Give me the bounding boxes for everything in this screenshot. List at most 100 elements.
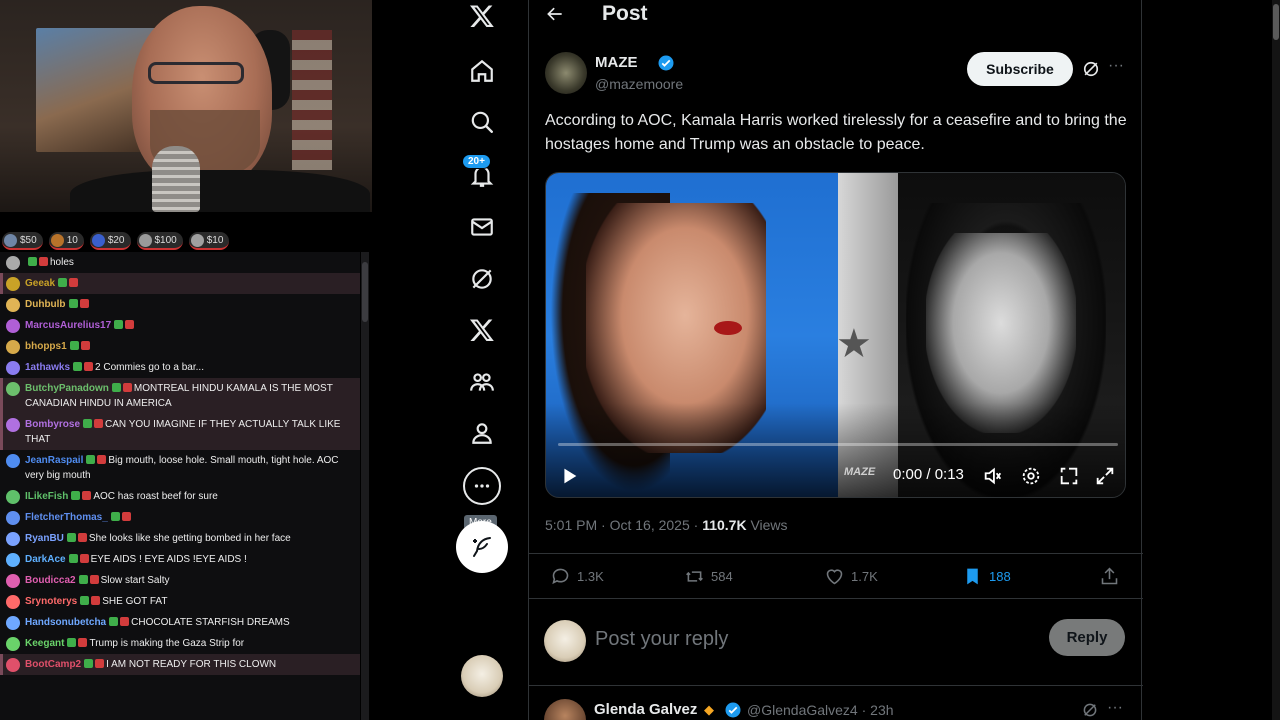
donation-chip: $50 <box>2 232 43 250</box>
reply-author-avatar[interactable] <box>544 699 586 720</box>
chat-username[interactable]: Duhbulb <box>25 299 66 310</box>
nav-premium[interactable] <box>456 308 508 352</box>
chat-body: 1athawks 2 Commies go to a bar... <box>25 360 204 375</box>
chat-message: Srynoterys SHE GOT FAT <box>0 591 360 612</box>
chat-avatar <box>6 532 20 546</box>
back-button[interactable] <box>543 2 567 26</box>
back-arrow-icon <box>547 7 562 21</box>
profile-icon <box>472 423 492 444</box>
bookmark-action[interactable]: 188 <box>962 566 1011 587</box>
post-timestamp[interactable]: 5:01 PM · Oct 16, 2025 · <box>545 517 702 533</box>
chat-badge-icon <box>69 278 79 287</box>
reply-input[interactable] <box>595 624 975 654</box>
chat-body: Srynoterys SHE GOT FAT <box>25 594 167 609</box>
settings-gear-icon[interactable] <box>1020 465 1042 487</box>
reply-author-handle[interactable]: @GlendaGalvez4 · 23h <box>747 702 894 718</box>
author-handle[interactable]: @mazemoore <box>595 76 683 92</box>
chat-username[interactable]: MarcusAurelius17 <box>25 320 111 331</box>
x-logo-button[interactable] <box>456 0 508 38</box>
repost-action[interactable]: 584 <box>684 566 733 587</box>
chat-badge-icon <box>82 491 92 500</box>
chat-avatar <box>6 454 20 468</box>
chat-username[interactable]: Boudicca2 <box>25 575 76 586</box>
donation-amount: $50 <box>20 234 37 246</box>
chat-body: JeanRaspail Big mouth, loose hole. Small … <box>25 453 356 483</box>
chat-badge-icon <box>79 554 89 563</box>
chat-username[interactable]: Keegant <box>25 638 64 649</box>
chat-scrollbar-thumb[interactable] <box>362 262 368 322</box>
nav-communities[interactable] <box>456 360 508 404</box>
account-avatar[interactable] <box>461 655 503 697</box>
chat-badge-icon <box>66 533 76 542</box>
chat-username[interactable]: BootCamp2 <box>25 659 81 670</box>
post-more-button[interactable]: ··· <box>1105 57 1127 79</box>
chat-body: holes <box>25 255 74 270</box>
reply-author-name[interactable]: Glenda Galvez <box>594 701 697 718</box>
chat-badge-icon <box>114 320 124 329</box>
chat-username[interactable]: 1athawks <box>25 362 70 373</box>
feather-icon <box>473 537 491 557</box>
picture-in-picture-icon[interactable] <box>1058 465 1080 487</box>
compose-post-button[interactable] <box>456 521 508 573</box>
repost-icon <box>686 571 703 582</box>
chat-username[interactable]: ButchyPanadown <box>25 383 109 394</box>
reply-icon <box>552 568 569 585</box>
reply-button[interactable]: Reply <box>1049 619 1125 656</box>
chat-avatar <box>6 340 20 354</box>
page-scrollbar[interactable] <box>1272 0 1280 720</box>
reply-item[interactable]: Glenda Galvez ◆ @GlendaGalvez4 · 23h ··· <box>529 687 1143 720</box>
grok-icon[interactable] <box>1081 701 1099 719</box>
repost-count: 584 <box>711 569 733 584</box>
x-nav-rail: 20+ <box>440 0 524 720</box>
nav-explore[interactable] <box>456 100 508 144</box>
chat-username[interactable]: Srynoterys <box>25 596 77 607</box>
grok-icon[interactable] <box>1081 59 1101 79</box>
chat-username[interactable]: DarkAce <box>25 554 66 565</box>
chat-badge-icon <box>79 299 89 308</box>
x-premium-icon <box>469 319 494 342</box>
chat-username[interactable]: RyanBU <box>25 533 64 544</box>
chat-username[interactable]: bhopps1 <box>25 341 67 352</box>
chat-username[interactable]: JeanRaspail <box>25 455 83 466</box>
share-action[interactable] <box>1099 566 1120 587</box>
chat-username[interactable]: Bombyrose <box>25 419 80 430</box>
chat-body: bhopps1 <box>25 339 92 354</box>
play-icon[interactable] <box>558 465 580 487</box>
author-name[interactable]: MAZE <box>595 54 638 71</box>
chat-message: holes <box>0 252 360 273</box>
author-avatar[interactable] <box>545 52 587 94</box>
chat-username[interactable]: Handsonubetcha <box>25 617 106 628</box>
donation-amount: $20 <box>107 234 125 246</box>
views-count: 110.7K <box>702 517 747 533</box>
chat-body: Boudicca2 Slow start Salty <box>25 573 170 588</box>
nav-profile[interactable] <box>456 411 508 455</box>
fullscreen-icon[interactable] <box>1094 465 1116 487</box>
nav-grok[interactable] <box>456 257 508 301</box>
chat-badge-icon <box>39 257 48 266</box>
chat-body: Bombyrose CAN YOU IMAGINE IF THEY ACTUALL… <box>25 417 356 447</box>
subscribe-button[interactable]: Subscribe <box>967 52 1073 86</box>
volume-icon[interactable] <box>982 465 1004 487</box>
chat-text: 2 Commies go to a bar... <box>95 362 204 373</box>
donation-chip: $10 <box>188 232 230 250</box>
page-scrollbar-thumb[interactable] <box>1273 4 1279 40</box>
chat-username[interactable]: ILikeFish <box>25 491 68 502</box>
like-action[interactable]: 1.7K <box>824 566 878 587</box>
chat-text: holes <box>50 257 74 268</box>
chat-badge-icon <box>86 455 96 464</box>
nav-more[interactable] <box>456 464 508 508</box>
chat-badge-icon <box>73 362 83 371</box>
nav-home[interactable] <box>456 49 508 93</box>
chat-avatar <box>6 361 20 375</box>
chat-message: Handsonubetcha CHOCOLATE STARFISH DREAMS <box>0 612 360 633</box>
chat-username[interactable]: FletcherThomas_ <box>25 512 108 523</box>
post-video[interactable]: ★ MAZE 0:00 / 0:13 <box>545 172 1126 498</box>
nav-messages[interactable] <box>456 205 508 249</box>
reply-more-button[interactable]: ··· <box>1107 699 1123 717</box>
reply-action[interactable]: 1.3K <box>550 566 604 587</box>
chat-scrollbar[interactable] <box>361 252 369 720</box>
chat-badge-icon <box>84 659 94 668</box>
chat-text: SHE GOT FAT <box>102 596 168 607</box>
video-progress-bar[interactable] <box>558 443 1118 446</box>
chat-username[interactable]: Geeak <box>25 278 55 289</box>
